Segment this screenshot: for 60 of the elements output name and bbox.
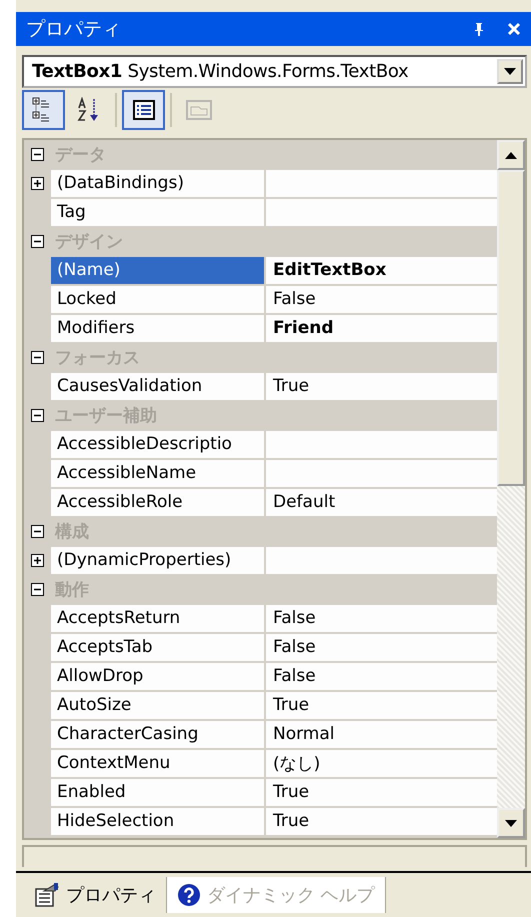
object-type: System.Windows.Forms.TextBox [128,61,408,82]
pin-icon[interactable] [473,22,485,36]
property-value[interactable]: EditTextBox [266,256,497,284]
property-name[interactable]: AccessibleName [51,460,266,488]
collapse-icon[interactable] [31,524,44,538]
property-name[interactable]: HideSelection [51,808,266,836]
collapse-icon[interactable] [31,408,44,422]
property-value[interactable]: True [266,692,497,720]
property-name[interactable]: (DataBindings) [51,170,266,198]
scroll-up-button[interactable] [497,140,525,170]
object-name: TextBox1 [32,61,122,82]
property-name[interactable]: Enabled [51,778,266,806]
properties-view-button[interactable] [122,90,165,130]
property-value[interactable]: False [266,286,497,314]
down-arrow-icon [505,820,517,826]
property-sheet-icon [34,882,60,908]
property-name[interactable]: AccessibleDescriptio [51,430,266,458]
property-name[interactable]: ContextMenu [51,750,266,778]
property-name[interactable]: AutoSize [51,692,266,720]
up-arrow-icon [505,152,517,158]
categorized-view-button[interactable] [22,90,65,130]
property-value[interactable]: False [266,662,497,690]
list-icon [132,99,156,121]
property-name[interactable]: AccessibleRole [51,488,266,516]
property-name[interactable]: Tag [51,198,266,226]
property-name[interactable]: Modifiers [51,314,266,342]
property-value[interactable]: False [266,634,497,662]
property-value[interactable]: Default [266,488,497,516]
scrollbar[interactable] [497,140,525,838]
scroll-down-button[interactable] [497,808,525,838]
expand-icon[interactable] [31,554,44,567]
close-icon[interactable] [507,22,521,36]
scroll-thumb[interactable] [497,170,525,486]
property-name[interactable]: Locked [51,286,266,314]
folder-icon [186,99,212,121]
property-value[interactable]: False [266,604,497,632]
window-title: プロパティ [26,17,121,42]
collapse-icon[interactable] [31,350,44,364]
sort-az-icon [76,97,100,123]
expand-icon[interactable] [31,177,44,190]
property-value[interactable]: True [266,808,497,836]
property-value[interactable]: (なし) [266,750,497,778]
property-name[interactable]: AcceptsTab [51,634,266,662]
property-name[interactable]: AllowDrop [51,662,266,690]
object-selector[interactable]: TextBox1 System.Windows.Forms.TextBox [22,55,527,88]
help-icon [177,883,201,907]
collapse-icon[interactable] [31,148,44,160]
collapse-icon[interactable] [31,582,44,596]
property-name[interactable]: AcceptsReturn [51,604,266,632]
caret-icon [504,68,516,75]
property-name[interactable]: (Name) [51,256,266,284]
property-value[interactable]: Friend [266,314,497,342]
property-name[interactable]: (DynamicProperties) [51,546,266,574]
property-value[interactable]: Normal [266,720,497,748]
collapse-icon[interactable] [31,234,44,248]
property-name[interactable]: CharacterCasing [51,720,266,748]
property-name[interactable]: CausesValidation [51,372,266,400]
dropdown-button[interactable] [497,59,523,84]
property-value[interactable]: True [266,372,497,400]
property-value[interactable]: True [266,778,497,806]
